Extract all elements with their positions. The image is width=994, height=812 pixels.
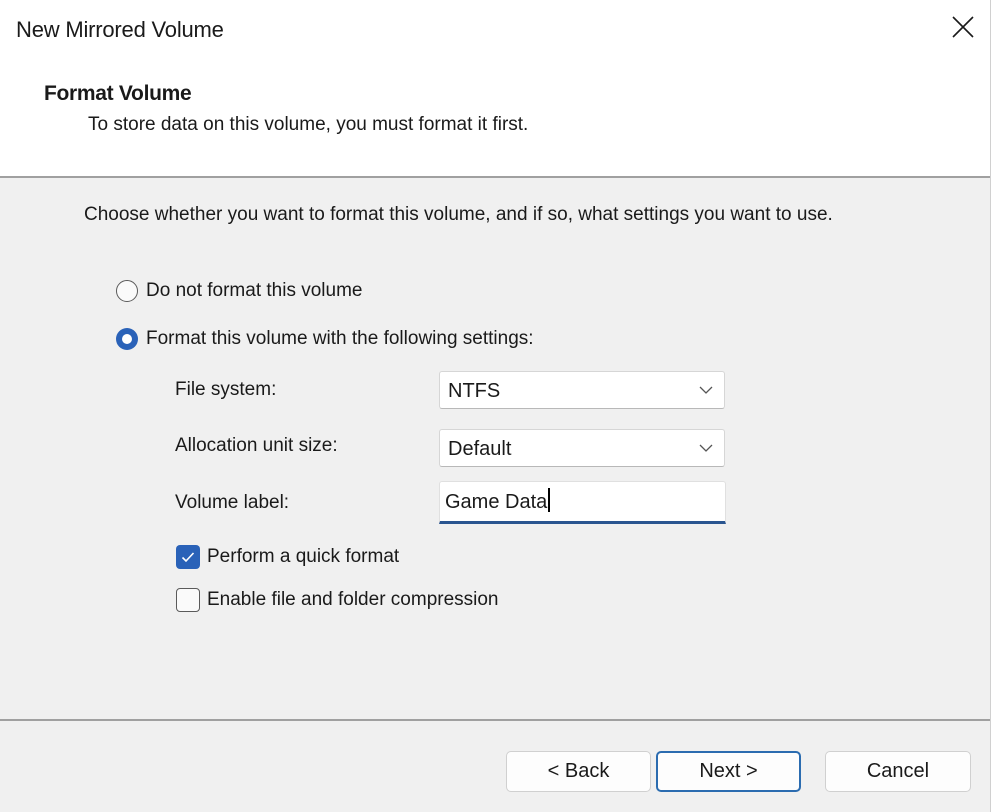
volume-label-value: Game Data [445,488,550,514]
back-button[interactable]: < Back [506,751,651,792]
page-title: Format Volume [44,82,192,105]
allocation-unit-size-dropdown[interactable]: Default [439,429,725,467]
checkbox-unchecked[interactable] [176,588,200,612]
radio-format-with-settings[interactable]: Format this volume with the following se… [116,328,534,350]
page-subtitle: To store data on this volume, you must f… [88,114,529,135]
checkbox-label: Perform a quick format [207,546,400,567]
chevron-down-icon [699,386,713,394]
radio-button-selected[interactable] [116,328,138,350]
window-edge [990,0,994,812]
footer-divider [0,719,990,721]
file-system-label: File system: [175,379,277,400]
wizard-header: New Mirrored Volume Format Volume To sto… [0,0,990,176]
checkbox-label: Enable file and folder compression [207,589,499,610]
checkbox-enable-compression[interactable]: Enable file and folder compression [176,588,499,612]
radio-do-not-format[interactable]: Do not format this volume [116,280,362,302]
chevron-down-icon [699,444,713,452]
volume-label-label: Volume label: [175,492,290,513]
text-caret [548,488,550,512]
checkmark-icon [181,552,195,563]
close-icon [952,16,974,38]
volume-label-input[interactable]: Game Data [439,481,726,524]
checkbox-quick-format[interactable]: Perform a quick format [176,545,399,569]
radio-label: Format this volume with the following se… [146,328,534,349]
allocation-unit-size-value: Default [448,438,512,460]
radio-label: Do not format this volume [146,280,363,301]
file-system-dropdown[interactable]: NTFS [439,371,725,409]
radio-button-unselected[interactable] [116,280,138,302]
window-title: New Mirrored Volume [16,17,224,42]
volume-label-text: Game Data [445,491,548,513]
file-system-value: NTFS [448,380,501,402]
instructions-text: Choose whether you want to format this v… [84,204,833,225]
checkbox-checked[interactable] [176,545,200,569]
close-button[interactable] [948,12,978,42]
next-button[interactable]: Next > [656,751,801,792]
allocation-unit-size-label: Allocation unit size: [175,435,338,456]
cancel-button[interactable]: Cancel [825,751,971,792]
header-divider [0,176,990,178]
